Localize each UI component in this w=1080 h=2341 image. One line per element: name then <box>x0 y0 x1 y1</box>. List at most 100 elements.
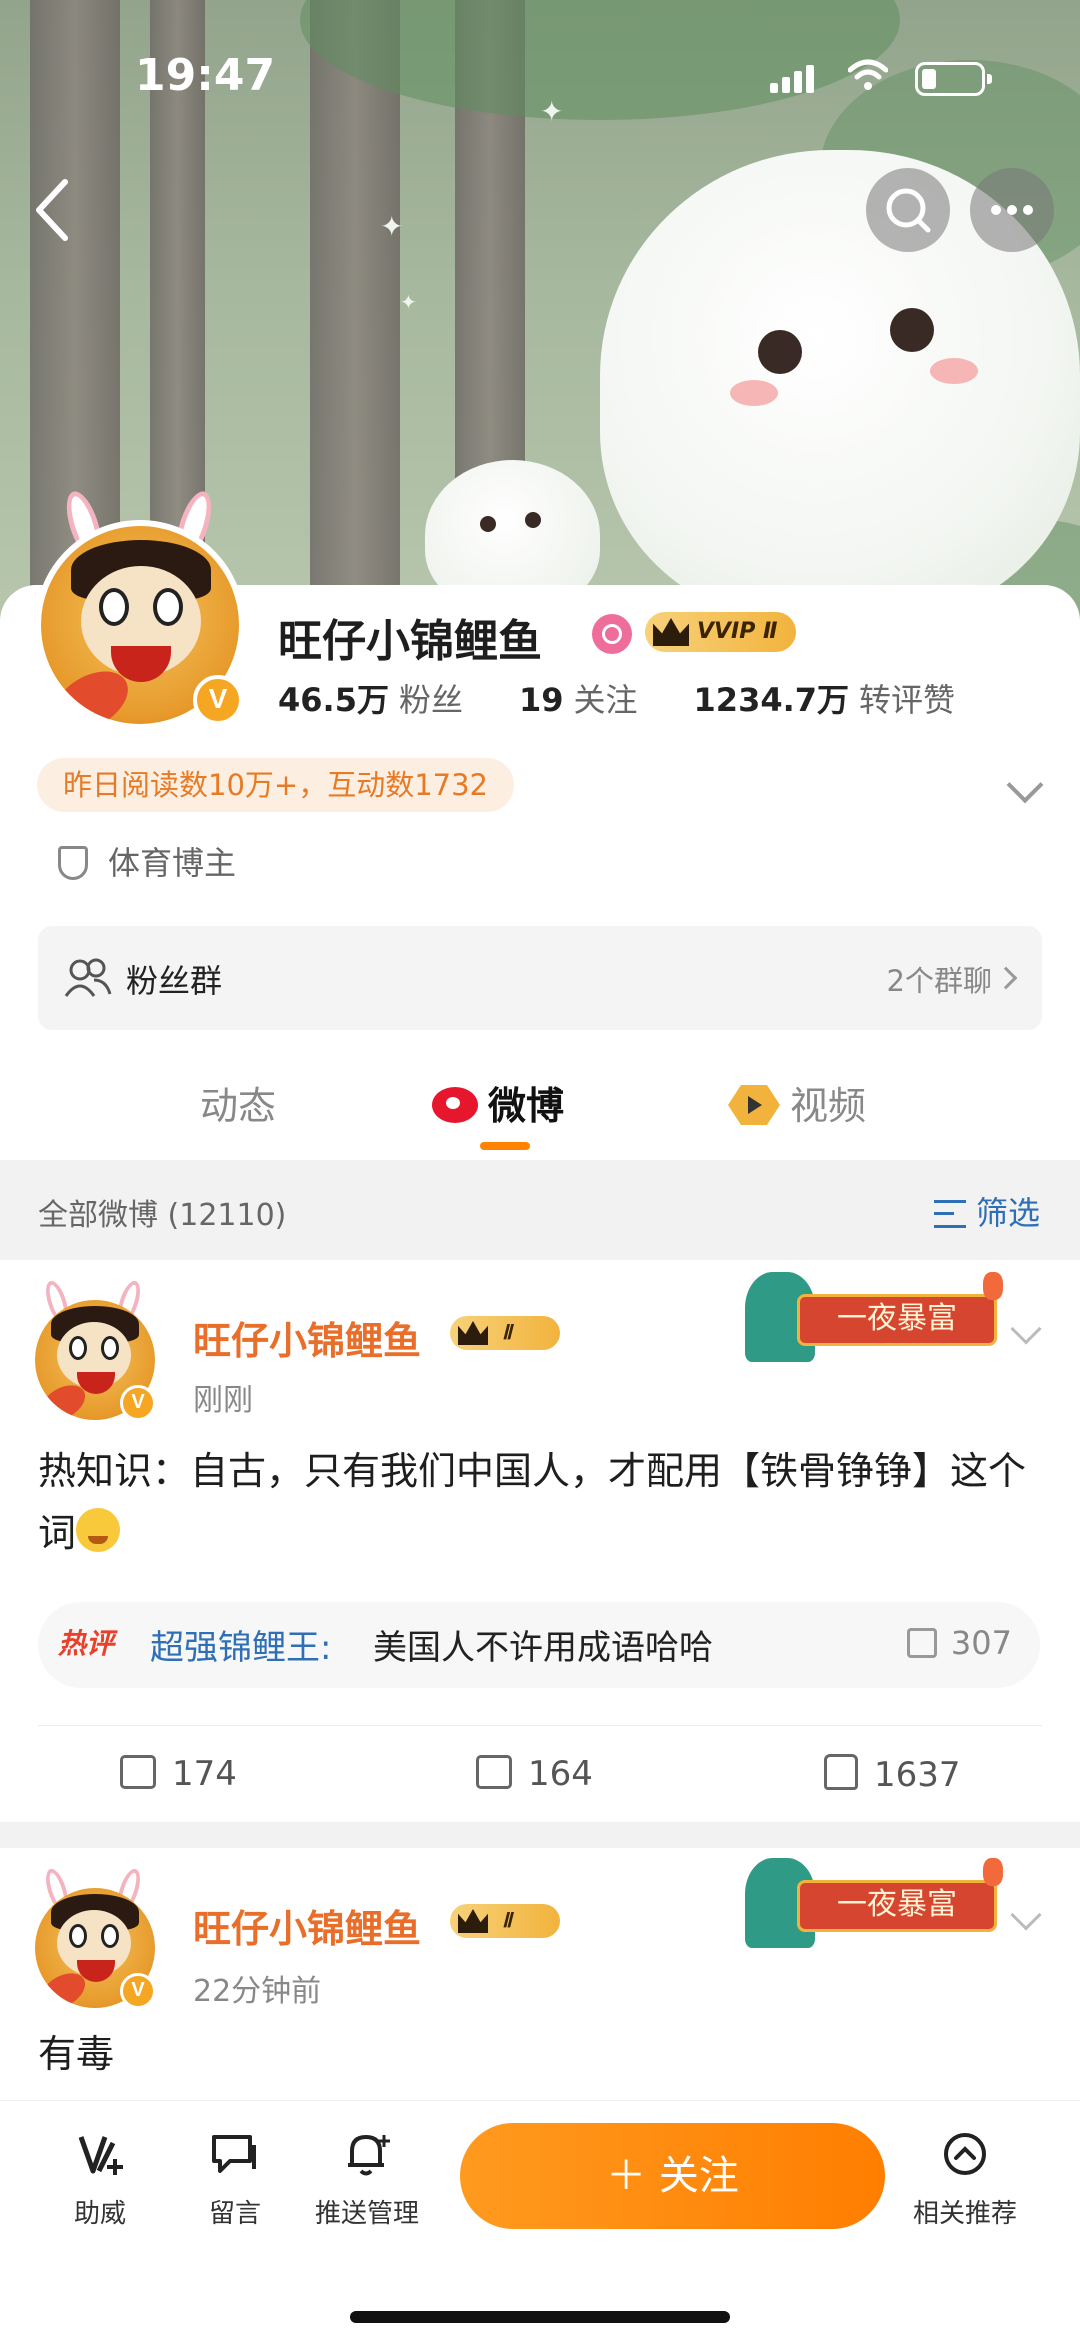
fortune-decoration: 一夜暴富 <box>745 1858 1003 1950</box>
tab-dynamics[interactable]: 动态 <box>200 1075 276 1130</box>
read-stats-pill: 昨日阅读数10万+，互动数1732 <box>37 758 515 812</box>
post-more-chevron-icon[interactable] <box>1010 1313 1042 1345</box>
post-more-chevron-icon[interactable] <box>1010 1899 1042 1931</box>
banner-sparkle: ✦ <box>400 290 417 314</box>
more-options-button[interactable] <box>970 168 1054 252</box>
status-bar: 19:47 <box>0 40 1080 120</box>
share-icon <box>120 1755 156 1789</box>
followers-count: 46.5万 <box>278 681 389 719</box>
cheer-icon <box>78 2136 123 2175</box>
category-text: 体育博主 <box>108 844 237 882</box>
fortune-text: 一夜暴富 <box>797 1294 997 1346</box>
message-icon <box>212 2135 256 2173</box>
chevron-up-circle-icon <box>944 2133 986 2175</box>
fan-group-label: 粉丝群 <box>126 962 223 1000</box>
following-stat[interactable]: 19 关注 <box>519 681 694 719</box>
tab-weibo[interactable]: 微博 <box>432 1075 564 1130</box>
post-text: 热知识：自古，只有我们中国人，才配用【铁骨铮铮】这个词 <box>38 1449 1027 1555</box>
verified-badge: V <box>120 1973 156 2009</box>
profile-tabs: 动态 微博 视频 <box>0 1060 1080 1160</box>
verified-badge: V <box>193 675 243 725</box>
related-recommend-button[interactable]: 相关推荐 <box>900 2131 1030 2230</box>
pink-badge-icon[interactable] <box>592 614 632 654</box>
search-icon <box>886 188 931 233</box>
verified-badge: V <box>120 1385 156 1421</box>
post-author[interactable]: 旺仔小锦鲤鱼 <box>193 1898 421 1953</box>
category-label: 体育博主 <box>58 838 236 884</box>
battery-icon <box>915 62 992 96</box>
post-card[interactable]: V 旺仔小锦鲤鱼 Ⅱ 刚刚 一夜暴富 热知识：自古，只有我们中国人，才配用【铁骨… <box>0 1260 1080 1822</box>
push-settings-label: 推送管理 <box>314 2199 419 2229</box>
vvip-badge[interactable]: VVIP Ⅱ <box>645 612 796 652</box>
hot-comment-likes[interactable]: 307 <box>906 1624 1012 1662</box>
comment-icon <box>476 1755 512 1789</box>
comment-button[interactable]: 164 <box>476 1754 593 1794</box>
fortune-decoration: 一夜暴富 <box>745 1272 1003 1364</box>
fan-group-count: 2个群聊 <box>886 964 992 998</box>
cheer-label: 助威 <box>73 2199 126 2229</box>
post-text: 有毒 <box>38 2032 115 2076</box>
vip-level-badge: Ⅱ <box>450 1316 560 1350</box>
hot-comment[interactable]: 热评 超强锦鲤王: 美国人不许用成语哈哈 307 <box>38 1602 1040 1688</box>
post-avatar[interactable]: V <box>30 1278 165 1421</box>
bottom-action-bar: 助威 留言 推送管理 ＋ 关注 相关推荐 <box>0 2100 1080 2341</box>
fan-group-row[interactable]: 粉丝群 2个群聊 <box>38 926 1042 1030</box>
shield-check-icon <box>58 846 88 880</box>
fortune-text: 一夜暴富 <box>797 1880 997 1932</box>
profile-avatar[interactable]: V <box>30 487 255 730</box>
back-arrow-icon[interactable] <box>25 170 85 250</box>
banner-sparkle: ✦ <box>380 210 404 243</box>
filter-icon <box>933 1200 966 1228</box>
like-button[interactable]: 1637 <box>824 1754 961 1795</box>
likes-count: 1234.7万 <box>693 681 850 719</box>
video-play-icon <box>728 1085 780 1125</box>
follow-button[interactable]: ＋ 关注 <box>460 2123 885 2229</box>
following-label: 关注 <box>573 681 638 719</box>
post-time: 刚刚 <box>193 1383 253 1418</box>
chevron-right-icon <box>994 966 1018 990</box>
hot-comment-author[interactable]: 超强锦鲤王: <box>150 1620 331 1669</box>
active-tab-indicator <box>480 1142 530 1150</box>
tab-video[interactable]: 视频 <box>728 1075 866 1130</box>
hot-comment-tag: 热评 <box>58 1627 115 1660</box>
post-actions: 174 164 1637 <box>38 1725 1042 1825</box>
wifi-icon <box>848 59 888 90</box>
repost-button[interactable]: 174 <box>120 1754 237 1794</box>
cellular-signal-icon <box>770 65 818 93</box>
crown-icon <box>458 1909 488 1933</box>
filter-bar: 全部微博 (12110) 筛选 <box>0 1160 1080 1260</box>
post-avatar[interactable]: V <box>30 1866 165 2009</box>
hot-comment-text: 美国人不许用成语哈哈 <box>373 1628 713 1668</box>
thumbs-up-icon <box>824 1754 858 1790</box>
weibo-logo-icon <box>432 1087 478 1123</box>
post-card[interactable]: V 旺仔小锦鲤鱼 Ⅱ 22分钟前 一夜暴富 有毒 <box>0 1848 1080 2100</box>
message-button[interactable]: 留言 <box>170 2131 300 2230</box>
profile-name: 旺仔小锦鲤鱼 <box>278 616 542 667</box>
post-divider <box>0 1822 1080 1848</box>
search-button[interactable] <box>866 168 950 252</box>
all-posts-count: 全部微博 (12110) <box>38 1198 287 1233</box>
vip-level-badge: Ⅱ <box>450 1904 560 1938</box>
group-people-icon <box>64 958 112 997</box>
status-time: 19:47 <box>135 50 276 101</box>
message-label: 留言 <box>208 2199 261 2229</box>
post-author[interactable]: 旺仔小锦鲤鱼 <box>193 1310 421 1365</box>
home-indicator <box>350 2311 730 2323</box>
thumbs-up-icon <box>906 1628 937 1658</box>
likes-label: 转评赞 <box>859 681 956 719</box>
crown-icon <box>458 1321 488 1345</box>
following-count: 19 <box>518 681 564 719</box>
filter-button[interactable]: 筛选 <box>933 1188 1040 1234</box>
followers-label: 粉丝 <box>398 681 463 719</box>
shy-emoji-icon <box>76 1508 121 1552</box>
likes-stat[interactable]: 1234.7万 转评赞 <box>694 681 956 719</box>
profile-stats: 46.5万 粉丝 19 关注 1234.7万 转评赞 <box>278 675 955 721</box>
followers-stat[interactable]: 46.5万 粉丝 <box>278 681 519 719</box>
bell-plus-icon <box>348 2134 390 2176</box>
cheer-button[interactable]: 助威 <box>35 2131 165 2230</box>
push-settings-button[interactable]: 推送管理 <box>302 2131 432 2230</box>
crown-icon <box>653 618 689 646</box>
related-recommend-label: 相关推荐 <box>912 2199 1017 2229</box>
post-time: 22分钟前 <box>193 1974 322 2009</box>
more-dots-icon <box>991 205 1033 215</box>
